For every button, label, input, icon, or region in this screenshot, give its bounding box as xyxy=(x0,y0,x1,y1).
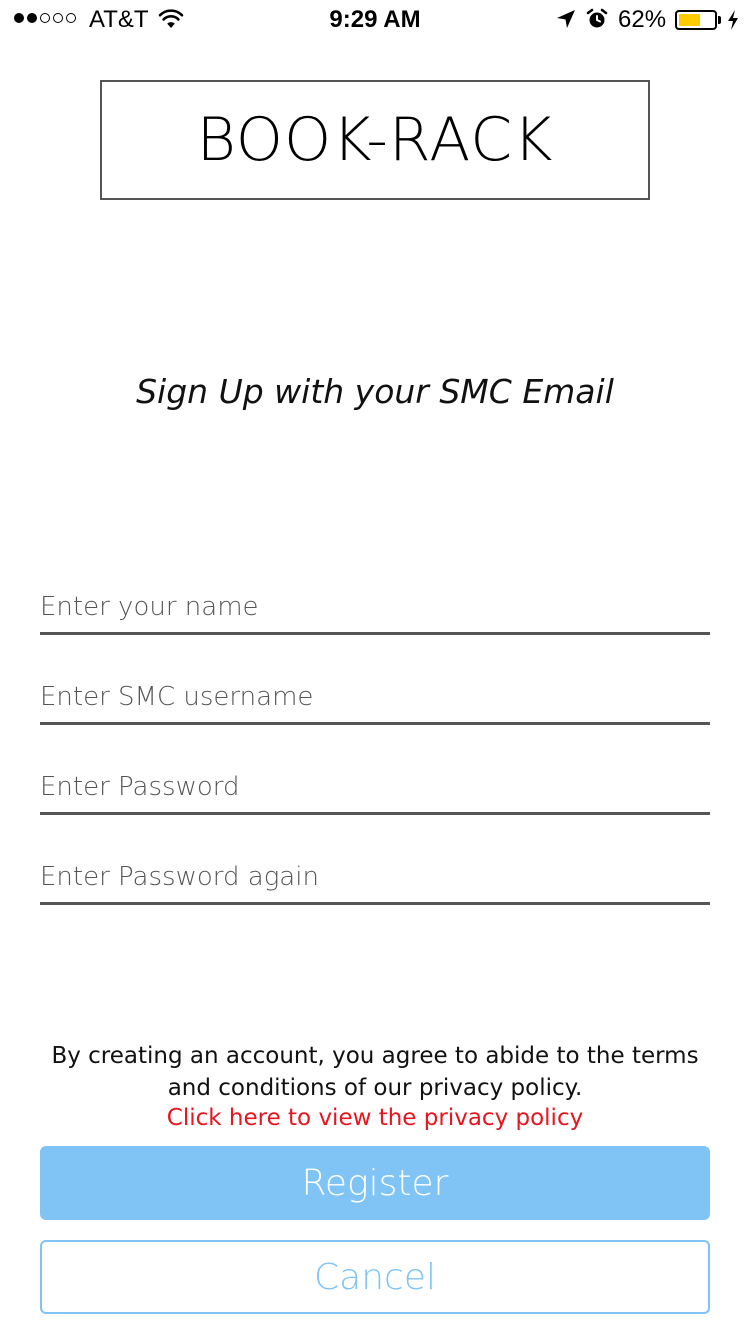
register-button[interactable]: Register xyxy=(40,1146,710,1220)
password-confirm-field xyxy=(40,842,710,905)
app-logo-text: BOOK-RACK xyxy=(196,105,554,175)
page-subtitle: Sign Up with your SMC Email xyxy=(136,372,614,411)
battery-icon xyxy=(675,10,717,30)
password-field xyxy=(40,752,710,815)
battery-level-fill xyxy=(679,14,701,26)
username-field xyxy=(40,662,710,725)
cancel-button[interactable]: Cancel xyxy=(40,1240,710,1314)
app-logo: BOOK-RACK xyxy=(100,80,650,200)
terms-notice: By creating an account, you agree to abi… xyxy=(51,1043,699,1101)
charging-bolt-icon xyxy=(728,10,738,30)
name-field xyxy=(40,572,710,635)
battery-percentage: 62% xyxy=(618,6,667,33)
privacy-policy-link[interactable]: Click here to view the privacy policy xyxy=(0,1102,750,1134)
battery-cap xyxy=(718,16,721,24)
location-arrow-icon xyxy=(557,10,575,28)
password-input[interactable] xyxy=(40,772,710,802)
name-input[interactable] xyxy=(40,592,710,622)
alarm-icon xyxy=(586,8,608,28)
password-confirm-input[interactable] xyxy=(40,862,710,892)
smc-username-input[interactable] xyxy=(40,682,710,712)
status-bar: AT&T 9:29 AM 62% xyxy=(0,0,750,40)
